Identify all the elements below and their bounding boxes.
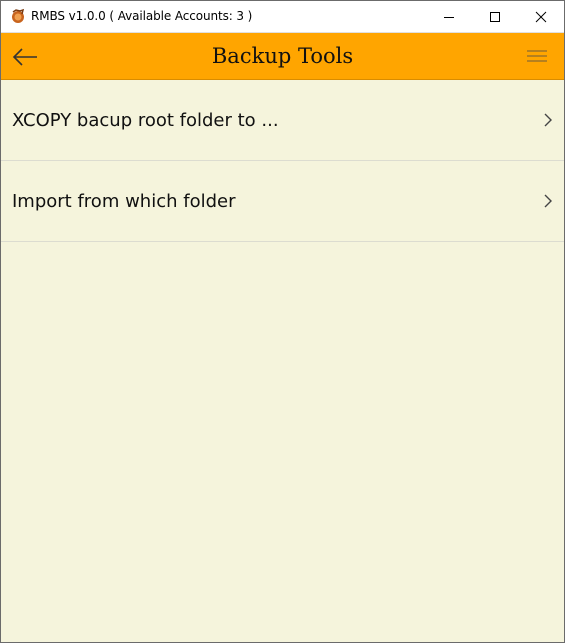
minimize-icon [444, 16, 454, 18]
close-button[interactable] [518, 1, 564, 32]
back-button[interactable] [7, 39, 43, 75]
arrow-left-icon [12, 48, 37, 66]
hamburger-menu-icon [527, 50, 547, 62]
window-titlebar[interactable]: RMBS v1.0.0 ( Available Accounts: 3 ) [1, 1, 564, 32]
minimize-button[interactable] [426, 1, 472, 32]
list-item-label: XCOPY bacup root folder to ... [12, 110, 279, 131]
chevron-right-icon [544, 113, 552, 127]
list-item-import-folder[interactable]: Import from which folder [1, 161, 564, 242]
list-item-label: Import from which folder [12, 191, 236, 212]
window-title: RMBS v1.0.0 ( Available Accounts: 3 ) [31, 9, 253, 23]
chevron-right-icon [544, 194, 552, 208]
menu-button[interactable] [521, 41, 553, 71]
list-item-xcopy-backup[interactable]: XCOPY bacup root folder to ... [1, 80, 564, 161]
maximize-button[interactable] [472, 1, 518, 32]
maximize-icon [490, 11, 500, 22]
app-window: RMBS v1.0.0 ( Available Accounts: 3 ) Ba… [0, 0, 565, 643]
app-logo-icon [10, 8, 26, 24]
page-title: Backup Tools [211, 44, 354, 68]
backup-tools-list: XCOPY bacup root folder to ... Import fr… [1, 80, 564, 242]
close-icon [535, 11, 547, 22]
app-header: Backup Tools [1, 32, 564, 80]
